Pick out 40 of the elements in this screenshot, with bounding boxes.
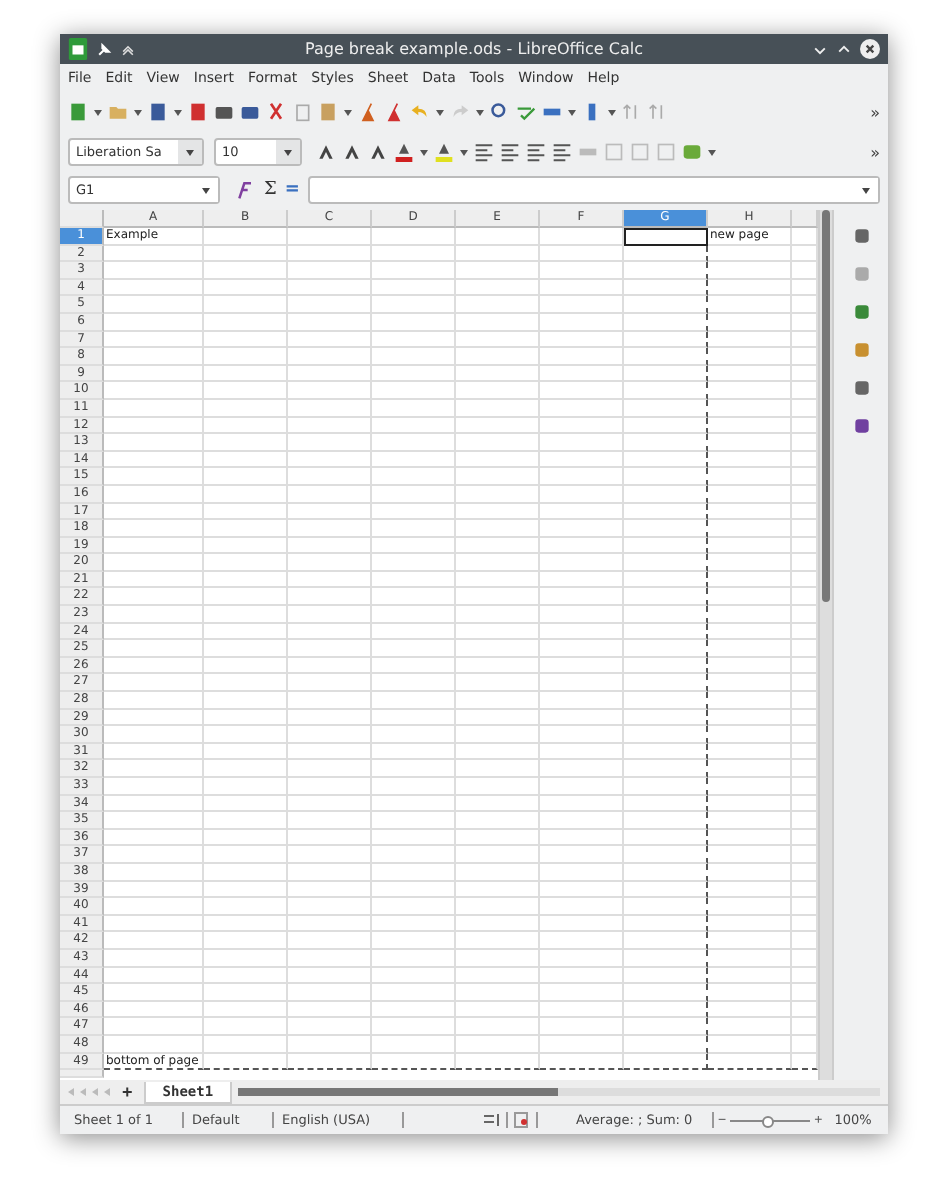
align-center-icon[interactable] bbox=[500, 142, 520, 162]
vertical-scrollbar[interactable] bbox=[818, 210, 832, 1080]
add-sheet-button[interactable]: + bbox=[116, 1082, 139, 1102]
chevron-up-icon[interactable] bbox=[120, 41, 136, 57]
zoom-slider[interactable] bbox=[762, 1115, 775, 1127]
formula-input[interactable] bbox=[307, 176, 880, 204]
sheet-navigation-icon[interactable] bbox=[68, 1088, 110, 1096]
copy-icon[interactable] bbox=[292, 102, 312, 122]
overflow-button[interactable]: » bbox=[870, 103, 880, 121]
maximize-icon[interactable] bbox=[836, 41, 852, 57]
font-color-icon[interactable] bbox=[394, 142, 414, 162]
wrap-icon[interactable] bbox=[552, 142, 572, 162]
dropdown-arrow-icon[interactable] bbox=[174, 109, 182, 115]
window-title: Page break example.ods - LibreOffice Calc bbox=[303, 40, 645, 58]
dropdown-arrow-icon[interactable] bbox=[344, 109, 352, 115]
dropdown-arrow-icon[interactable] bbox=[460, 149, 468, 155]
dropdown-arrow-icon[interactable] bbox=[436, 109, 444, 115]
dropdown-arrow-icon[interactable] bbox=[94, 109, 102, 115]
function-wizard-icon[interactable] bbox=[236, 180, 256, 200]
close-icon[interactable] bbox=[860, 38, 880, 60]
align-right-icon[interactable] bbox=[526, 142, 546, 162]
align-left-icon[interactable] bbox=[474, 142, 494, 162]
column-header[interactable] bbox=[792, 210, 819, 228]
dropdown-arrow-icon[interactable] bbox=[420, 149, 428, 155]
document-modified-icon bbox=[508, 1112, 538, 1128]
overflow-button[interactable]: » bbox=[870, 143, 880, 161]
function-button[interactable]: = bbox=[284, 180, 300, 200]
corner-cell[interactable] bbox=[60, 210, 104, 228]
row-header[interactable] bbox=[60, 1070, 104, 1079]
dropdown-arrow-icon[interactable] bbox=[708, 149, 716, 155]
highlight-icon[interactable] bbox=[434, 142, 454, 162]
dropdown-arrow-icon[interactable] bbox=[476, 109, 484, 115]
sum-button[interactable]: Σ bbox=[264, 180, 277, 200]
horizontal-scrollbar[interactable] bbox=[237, 1088, 880, 1096]
dropdown-arrow-icon[interactable] bbox=[608, 109, 616, 115]
spelling-icon[interactable] bbox=[516, 102, 536, 122]
pin-icon[interactable] bbox=[96, 41, 112, 57]
dropdown-arrow-icon[interactable] bbox=[134, 109, 142, 115]
dropdown-arrow-icon[interactable] bbox=[568, 109, 576, 115]
selection-mode-icon[interactable] bbox=[478, 1112, 508, 1128]
